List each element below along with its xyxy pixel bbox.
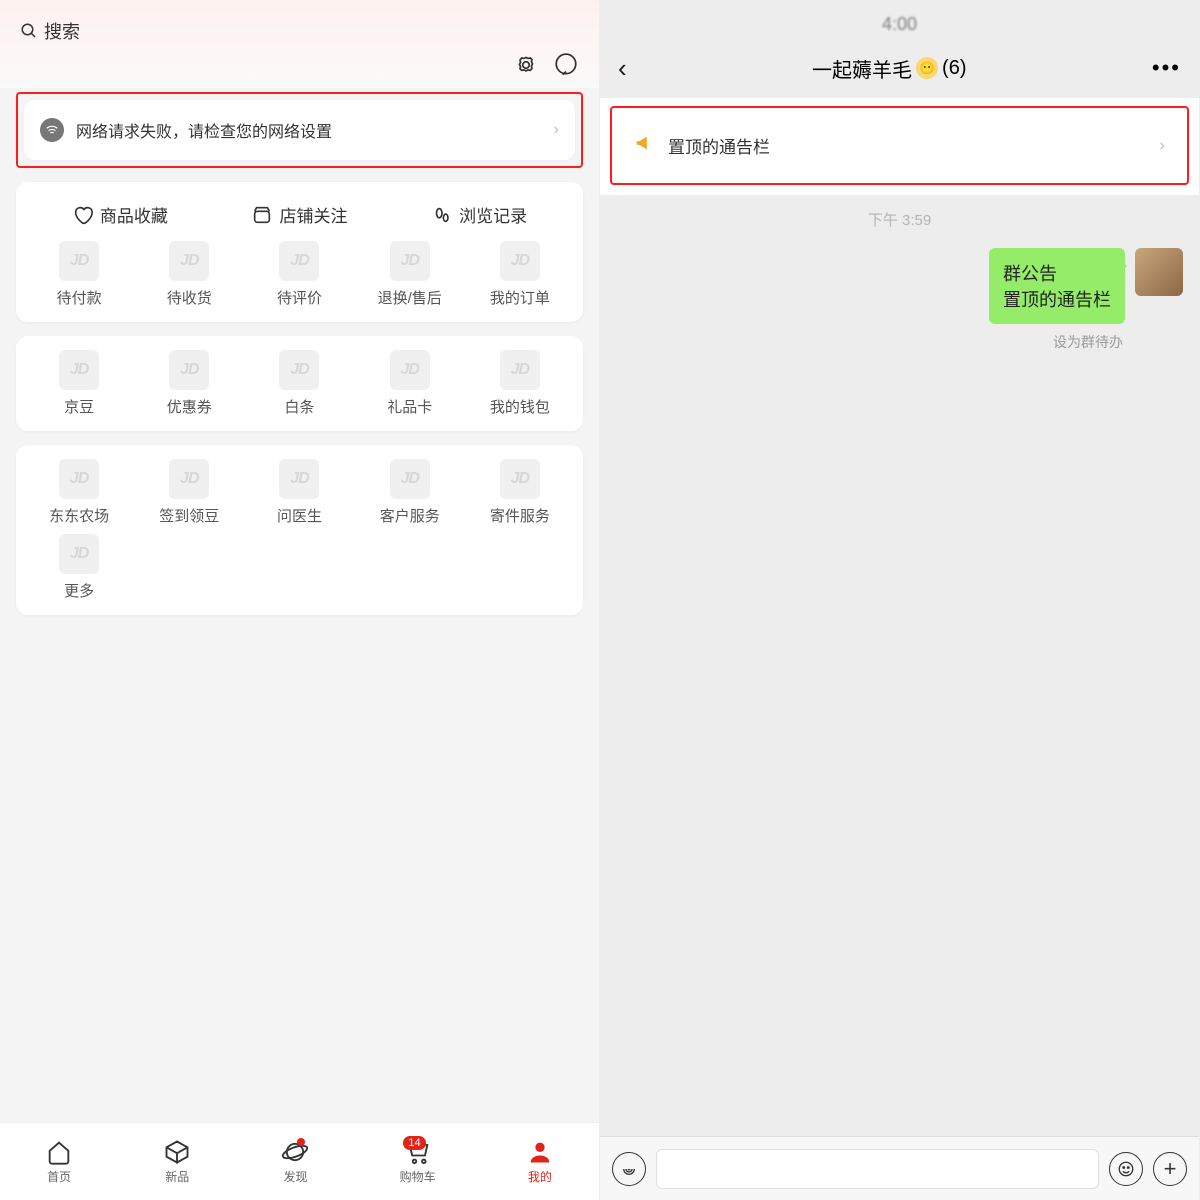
plus-button[interactable]: + [1153,1152,1187,1186]
jd-icon: JD [59,241,99,281]
nav-cart[interactable]: 14 购物车 [400,1138,436,1185]
jd-icon: JD [390,350,430,390]
jd-icon: JD [169,350,209,390]
jd-header: 搜索 [0,0,599,88]
voice-button[interactable] [612,1152,646,1186]
planet-icon [281,1138,309,1166]
wallet-coupon[interactable]: JD优惠券 [134,350,244,417]
wx-header: ‹ 一起薅羊毛 😶 (6) ••• [600,38,1199,98]
jd-icon: JD [169,459,209,499]
emoji-button[interactable] [1109,1152,1143,1186]
status-bar: 4:00 [600,0,1199,38]
wifi-error-icon [40,118,64,142]
svc-checkin[interactable]: JD签到领豆 [134,459,244,526]
wallet-giftcard[interactable]: JD礼品卡 [355,350,465,417]
order-pending-review[interactable]: JD待评价 [244,241,354,308]
jd-icon: JD [390,241,430,281]
jd-icon: JD [169,241,209,281]
wechat-chat-screen: 4:00 ‹ 一起薅羊毛 😶 (6) ••• 置顶的通告栏 › 下午 3:59 … [600,0,1200,1200]
jd-profile-screen: 搜索 网络请求失败，请检查您的网络设置 › 商品收藏 [0,0,600,1200]
chat-title: 一起薅羊毛 😶 (6) [812,54,966,83]
nav-mine[interactable]: 我的 [526,1138,554,1185]
chevron-right-icon: › [554,121,559,139]
jd-icon: JD [59,459,99,499]
sender-avatar[interactable] [1135,248,1183,296]
jd-icon: JD [500,241,540,281]
box-icon [163,1138,191,1166]
tab-favorites[interactable]: 商品收藏 [72,202,168,227]
order-pending-receipt[interactable]: JD待收货 [134,241,244,308]
network-error-banner[interactable]: 网络请求失败，请检查您的网络设置 › [24,100,575,160]
order-return[interactable]: JD退换/售后 [355,241,465,308]
chat-body[interactable]: 下午 3:59 群公告 置顶的通告栏 设为群待办 [600,195,1199,1136]
nav-home[interactable]: 首页 [45,1138,73,1185]
jd-icon: JD [500,350,540,390]
nav-discover[interactable]: 发现 [281,1138,309,1185]
jd-icon: JD [279,350,319,390]
back-button[interactable]: ‹ [618,53,627,84]
services-card: JD东东农场 JD签到领豆 JD问医生 JD客户服务 JD寄件服务 JD更多 [16,445,583,615]
set-group-todo[interactable]: 设为群待办 [600,332,1199,352]
footprint-icon [431,204,453,226]
svc-doctor[interactable]: JD问医生 [244,459,354,526]
search-label: 搜索 [44,18,80,44]
search-icon [20,22,38,40]
jd-icon: JD [279,241,319,281]
highlight-box-right: 置顶的通告栏 › [610,106,1189,185]
time-stamp: 下午 3:59 [600,195,1199,248]
jd-icon: JD [279,459,319,499]
svc-more[interactable]: JD更多 [24,534,134,601]
pinned-banner[interactable]: 置顶的通告栏 › [618,114,1181,177]
home-icon [45,1138,73,1166]
cart-badge: 14 [403,1136,425,1150]
tab-followed-shops[interactable]: 店铺关注 [251,202,347,227]
sound-icon [620,1160,638,1178]
notice-text: 网络请求失败，请检查您的网络设置 [76,118,542,142]
emoji-icon: 😶 [916,57,938,79]
person-icon [526,1138,554,1166]
tab-history[interactable]: 浏览记录 [431,202,527,227]
smile-icon [1117,1160,1135,1178]
chat-icon[interactable] [553,52,579,78]
jd-icon: JD [500,459,540,499]
pinned-text: 置顶的通告栏 [668,133,1148,158]
svc-shipping[interactable]: JD寄件服务 [465,459,575,526]
wallet-card: JD京豆 JD优惠券 JD白条 JD礼品卡 JD我的钱包 [16,336,583,431]
order-all[interactable]: JD我的订单 [465,241,575,308]
nav-new[interactable]: 新品 [163,1138,191,1185]
jd-icon: JD [59,534,99,574]
message-bubble[interactable]: 群公告 置顶的通告栏 [989,248,1125,324]
chat-input-bar: + [600,1136,1199,1200]
wallet-baitiao[interactable]: JD白条 [244,350,354,417]
status-clock: 4:00 [882,14,917,35]
wallet-mywallet[interactable]: JD我的钱包 [465,350,575,417]
wallet-jingdou[interactable]: JD京豆 [24,350,134,417]
megaphone-icon [634,132,656,159]
jd-icon: JD [59,350,99,390]
svc-farm[interactable]: JD东东农场 [24,459,134,526]
settings-icon[interactable] [513,52,539,78]
shop-icon [251,204,273,226]
order-pending-payment[interactable]: JD待付款 [24,241,134,308]
highlight-box-left: 网络请求失败，请检查您的网络设置 › [16,92,583,168]
outgoing-message: 群公告 置顶的通告栏 [600,248,1199,332]
orders-card: 商品收藏 店铺关注 浏览记录 JD待付款 JD待收货 JD待评价 JD退换/售后… [16,182,583,322]
heart-icon [72,204,94,226]
jd-icon: JD [390,459,430,499]
bottom-nav: 首页 新品 发现 14 购物车 我的 [0,1122,599,1200]
svc-customer[interactable]: JD客户服务 [355,459,465,526]
more-button[interactable]: ••• [1152,55,1181,81]
search-entry[interactable]: 搜索 [20,18,80,44]
message-input[interactable] [656,1149,1099,1189]
chevron-right-icon: › [1160,137,1165,155]
jd-body: 网络请求失败，请检查您的网络设置 › 商品收藏 店铺关注 浏览记录 [0,88,599,1122]
